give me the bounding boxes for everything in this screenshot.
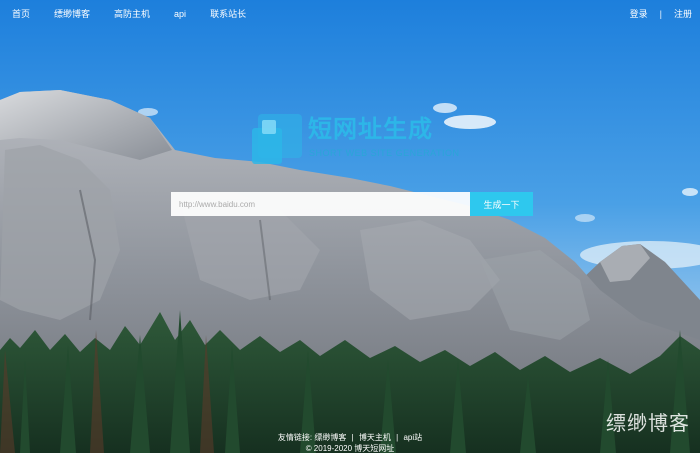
shorten-form: 生成一下	[171, 192, 533, 216]
copyright: © 2019-2020 博天短网址	[305, 444, 395, 453]
link-separator: |	[351, 433, 354, 442]
register-link[interactable]: 注册	[674, 8, 692, 20]
nav-item-api[interactable]: api	[174, 8, 186, 20]
nav-item-contact[interactable]: 联系站长	[210, 8, 246, 20]
friend-links: 友情链接: 缥缈博客 | 博天主机 | api站	[0, 432, 700, 443]
friend-link-blog[interactable]: 缥缈博客	[314, 433, 346, 442]
friend-link-hosting[interactable]: 博天主机	[359, 433, 391, 442]
friend-links-label: 友情链接:	[277, 433, 313, 442]
logo-mark-icon	[252, 114, 302, 164]
main-nav: 首页 缥缈博客 高防主机 api 联系站长	[12, 8, 270, 20]
friend-link-api[interactable]: api站	[403, 433, 422, 442]
footer: 友情链接: 缥缈博客 | 博天主机 | api站 © 2019-2020 博天短…	[0, 432, 700, 454]
auth-links: 登录 | 注册	[630, 8, 692, 20]
auth-separator: |	[659, 9, 662, 19]
generate-button[interactable]: 生成一下	[470, 192, 533, 216]
nav-item-hosting[interactable]: 高防主机	[114, 8, 150, 20]
login-link[interactable]: 登录	[630, 8, 648, 20]
link-separator: |	[396, 433, 399, 442]
nav-item-blog[interactable]: 缥缈博客	[54, 8, 90, 20]
url-input[interactable]	[171, 192, 470, 216]
logo-title: 短网址生成	[308, 116, 433, 143]
background-image	[0, 0, 700, 453]
site-logo: 短网址生成 SHORT WEB SITE GENERATION	[252, 114, 462, 166]
nav-item-home[interactable]: 首页	[12, 8, 30, 20]
logo-subtitle: SHORT WEB SITE GENERATION	[309, 148, 460, 158]
